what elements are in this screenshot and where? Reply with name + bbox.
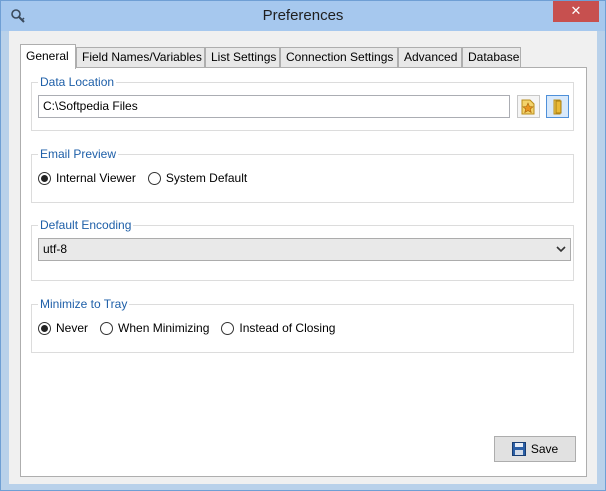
tab-general[interactable]: General [20, 44, 76, 69]
data-location-title: Data Location [38, 75, 117, 89]
folder-star-button[interactable] [517, 95, 540, 118]
browse-folder-button[interactable] [546, 95, 569, 118]
radio-indicator [221, 321, 235, 335]
radio-when-minimizing[interactable]: When Minimizing [100, 321, 209, 335]
radio-label: Internal Viewer [56, 171, 136, 185]
save-button-label: Save [530, 442, 559, 456]
radio-label: Never [56, 321, 89, 335]
email-preview-group: Email Preview Internal Viewer System Def… [31, 147, 574, 203]
folder-star-icon [521, 99, 535, 115]
data-location-group: Data Location C:\Softpedia Files [31, 75, 574, 131]
preferences-window: Preferences ✕ General Field Names/Variab… [0, 0, 606, 491]
floppy-disk-icon [511, 442, 526, 456]
title-bar: Preferences ✕ [1, 1, 605, 31]
radio-indicator [100, 321, 114, 335]
radio-never[interactable]: Never [38, 321, 88, 335]
minimize-to-tray-options: Never When Minimizing Instead of Closing [38, 320, 347, 336]
client-area: General Field Names/Variables List Setti… [9, 31, 597, 484]
encoding-selected-value: utf-8 [43, 242, 68, 256]
tab-advanced[interactable]: Advanced [398, 47, 462, 68]
radio-label: Instead of Closing [239, 321, 336, 335]
tab-field-names-variables[interactable]: Field Names/Variables [76, 47, 205, 68]
default-encoding-title: Default Encoding [38, 218, 134, 232]
data-location-input[interactable]: C:\Softpedia Files [38, 95, 510, 118]
tab-list-settings[interactable]: List Settings [205, 47, 280, 68]
chevron-down-icon [556, 246, 566, 253]
radio-indicator [147, 171, 161, 185]
window-title: Preferences [262, 7, 344, 24]
minimize-to-tray-group: Minimize to Tray Never When Minimizing I… [31, 297, 574, 353]
encoding-select[interactable]: utf-8 [38, 238, 571, 261]
close-button[interactable]: ✕ [553, 1, 599, 22]
email-preview-options: Internal Viewer System Default [38, 170, 259, 186]
radio-instead-of-closing[interactable]: Instead of Closing [221, 321, 335, 335]
email-preview-title: Email Preview [38, 147, 119, 161]
general-tab-panel: Data Location C:\Softpedia Files Email P… [20, 67, 587, 477]
default-encoding-group: Default Encoding utf-8 [31, 218, 574, 281]
folder-open-icon [553, 99, 562, 115]
tab-database[interactable]: Database [462, 47, 521, 68]
close-icon: ✕ [570, 4, 582, 19]
radio-label: When Minimizing [118, 321, 210, 335]
radio-label: System Default [165, 171, 248, 185]
save-button[interactable]: Save [494, 436, 576, 462]
radio-indicator [38, 321, 51, 335]
radio-indicator [38, 171, 51, 185]
tab-connection-settings[interactable]: Connection Settings [280, 47, 398, 68]
radio-internal-viewer[interactable]: Internal Viewer [38, 171, 136, 185]
minimize-to-tray-title: Minimize to Tray [38, 297, 130, 311]
radio-system-default[interactable]: System Default [147, 171, 248, 185]
